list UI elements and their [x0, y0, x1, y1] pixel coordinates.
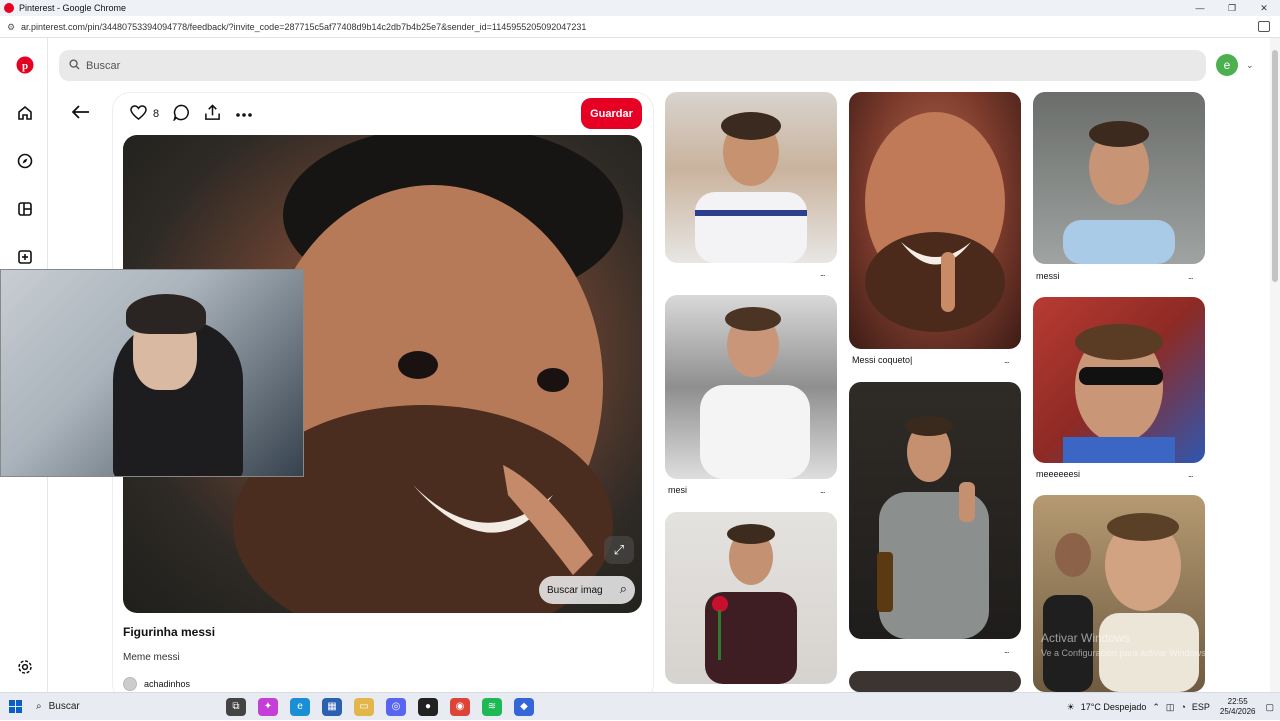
related-pin-image[interactable]: [849, 671, 1021, 692]
windows-taskbar: ⌕ Buscar ⧉ ✦ e ▦ ▭ ◎ ● ◉ ≋ ◆ ☀ 17°C Desp…: [0, 692, 1280, 720]
create-plus-icon[interactable]: [16, 248, 34, 266]
app-icon[interactable]: ◆: [514, 697, 534, 716]
network-icon[interactable]: ◫: [1166, 702, 1175, 713]
related-pin-image[interactable]: [1033, 92, 1205, 264]
heart-icon: [130, 105, 147, 123]
pin-label[interactable]: Messi coqueto|: [852, 355, 912, 365]
taskbar-search-label: Buscar: [48, 701, 80, 712]
pin-more-icon[interactable]: ...: [1004, 355, 1009, 365]
restore-button[interactable]: ❐: [1216, 0, 1248, 16]
weather-text[interactable]: 17°C Despejado: [1081, 702, 1147, 712]
comment-button[interactable]: [173, 103, 190, 125]
settings-gear-icon[interactable]: [16, 658, 34, 676]
pin-label[interactable]: meeeeeesi: [1036, 469, 1080, 479]
tray-chevron-up-icon[interactable]: ⌃: [1152, 702, 1160, 713]
minimize-button[interactable]: —: [1184, 0, 1216, 16]
address-bar[interactable]: ⚙ ar.pinterest.com/pin/34480753394094778…: [0, 16, 1280, 38]
creator-name[interactable]: achadinhos: [144, 679, 190, 689]
ellipsis-icon: [235, 107, 253, 121]
window-titlebar: Pinterest - Google Chrome — ❐ ✕: [0, 0, 1280, 16]
related-pin-image[interactable]: [665, 92, 837, 263]
task-view-icon[interactable]: ⧉: [226, 697, 246, 716]
pin-more-icon[interactable]: ...: [820, 485, 825, 495]
search-input[interactable]: Buscar: [59, 50, 1206, 81]
file-explorer-icon[interactable]: ▭: [354, 697, 374, 716]
related-pin-image[interactable]: [1033, 495, 1205, 692]
save-button[interactable]: Guardar: [581, 98, 642, 129]
pin-label[interactable]: mesi: [668, 485, 687, 495]
pinterest-logo-icon[interactable]: p: [16, 56, 34, 74]
pin-more-icon[interactable]: ...: [1188, 271, 1193, 281]
spotify-icon[interactable]: ≋: [482, 697, 502, 716]
edge-browser-icon[interactable]: e: [290, 697, 310, 716]
pin-action-bar: 8: [130, 103, 267, 125]
creator-avatar[interactable]: [123, 677, 137, 691]
expand-image-icon[interactable]: ⤢: [604, 536, 634, 564]
extensions-icon[interactable]: [1258, 21, 1270, 32]
weather-icon[interactable]: ☀: [1067, 702, 1075, 713]
visual-search-button[interactable]: Buscar imag ⌕: [539, 576, 635, 604]
pin-title: Figurinha messi: [123, 625, 216, 639]
account-chevron-down-icon[interactable]: ⌄: [1246, 60, 1254, 71]
back-arrow-icon[interactable]: [70, 103, 92, 123]
related-pin-image[interactable]: [665, 295, 837, 479]
clock[interactable]: 22:55 25/4/2026: [1220, 697, 1256, 717]
windows-activation-title: Activar Windows: [1041, 631, 1130, 645]
pin-more-icon[interactable]: ...: [820, 268, 825, 278]
svg-text:p: p: [22, 60, 28, 72]
notifications-icon[interactable]: ▢: [1265, 702, 1274, 713]
close-button[interactable]: ✕: [1248, 0, 1280, 16]
search-placeholder: Buscar: [86, 59, 121, 72]
pin-creator[interactable]: achadinhos: [123, 677, 190, 691]
pin-description: Meme messi: [123, 652, 180, 663]
clock-time: 22:55: [1227, 697, 1248, 706]
home-icon[interactable]: [16, 104, 34, 122]
more-options-button[interactable]: [235, 103, 253, 125]
page-scrollbar[interactable]: [1270, 38, 1280, 692]
copilot-icon[interactable]: ✦: [258, 697, 278, 716]
pin-more-icon[interactable]: ...: [1004, 645, 1009, 655]
webcam-overlay: [0, 269, 304, 477]
user-avatar[interactable]: e: [1216, 54, 1238, 76]
site-info-icon[interactable]: ⚙: [7, 22, 17, 32]
discord-icon[interactable]: ◎: [386, 697, 406, 716]
chrome-icon[interactable]: ◉: [450, 697, 470, 716]
related-pin-image[interactable]: [849, 382, 1021, 639]
windows-activation-subtitle: Ve a Configuración para activar Windows.: [1041, 648, 1209, 658]
share-upload-icon: [204, 104, 221, 124]
language-indicator[interactable]: ESP: [1192, 702, 1210, 712]
boards-icon[interactable]: [16, 200, 34, 218]
taskbar-search[interactable]: ⌕ Buscar: [30, 701, 220, 712]
related-pin-image[interactable]: [1033, 297, 1205, 463]
pinterest-favicon-icon: [4, 3, 14, 13]
search-icon: [69, 58, 80, 73]
scrollbar-thumb[interactable]: [1272, 50, 1278, 282]
system-tray: ☀ 17°C Despejado ⌃ ◫ ◔ ESP 22:55 25/4/20…: [1067, 693, 1274, 721]
pin-label[interactable]: messi: [1036, 271, 1060, 281]
explore-compass-icon[interactable]: [16, 152, 34, 170]
pin-more-icon[interactable]: ...: [1188, 469, 1193, 479]
comment-bubble-icon: [173, 104, 190, 124]
share-button[interactable]: [204, 103, 221, 125]
visual-search-label: Buscar imag: [547, 584, 603, 596]
window-title: Pinterest - Google Chrome: [19, 3, 127, 13]
like-button[interactable]: 8: [130, 103, 159, 125]
store-icon[interactable]: ▦: [322, 697, 342, 716]
related-pin-image[interactable]: [665, 512, 837, 684]
related-pin-image[interactable]: [849, 92, 1021, 349]
like-count: 8: [153, 108, 160, 120]
lens-search-icon: ⌕: [619, 581, 627, 596]
clock-date: 25/4/2026: [1219, 707, 1256, 716]
url-text[interactable]: ar.pinterest.com/pin/34480753394094778/f…: [21, 22, 586, 32]
volume-icon[interactable]: ◔: [1180, 702, 1185, 712]
windows-start-icon[interactable]: [0, 700, 30, 713]
obs-icon[interactable]: ●: [418, 697, 438, 716]
streamer-hair: [126, 294, 206, 334]
search-icon: ⌕: [36, 701, 42, 712]
